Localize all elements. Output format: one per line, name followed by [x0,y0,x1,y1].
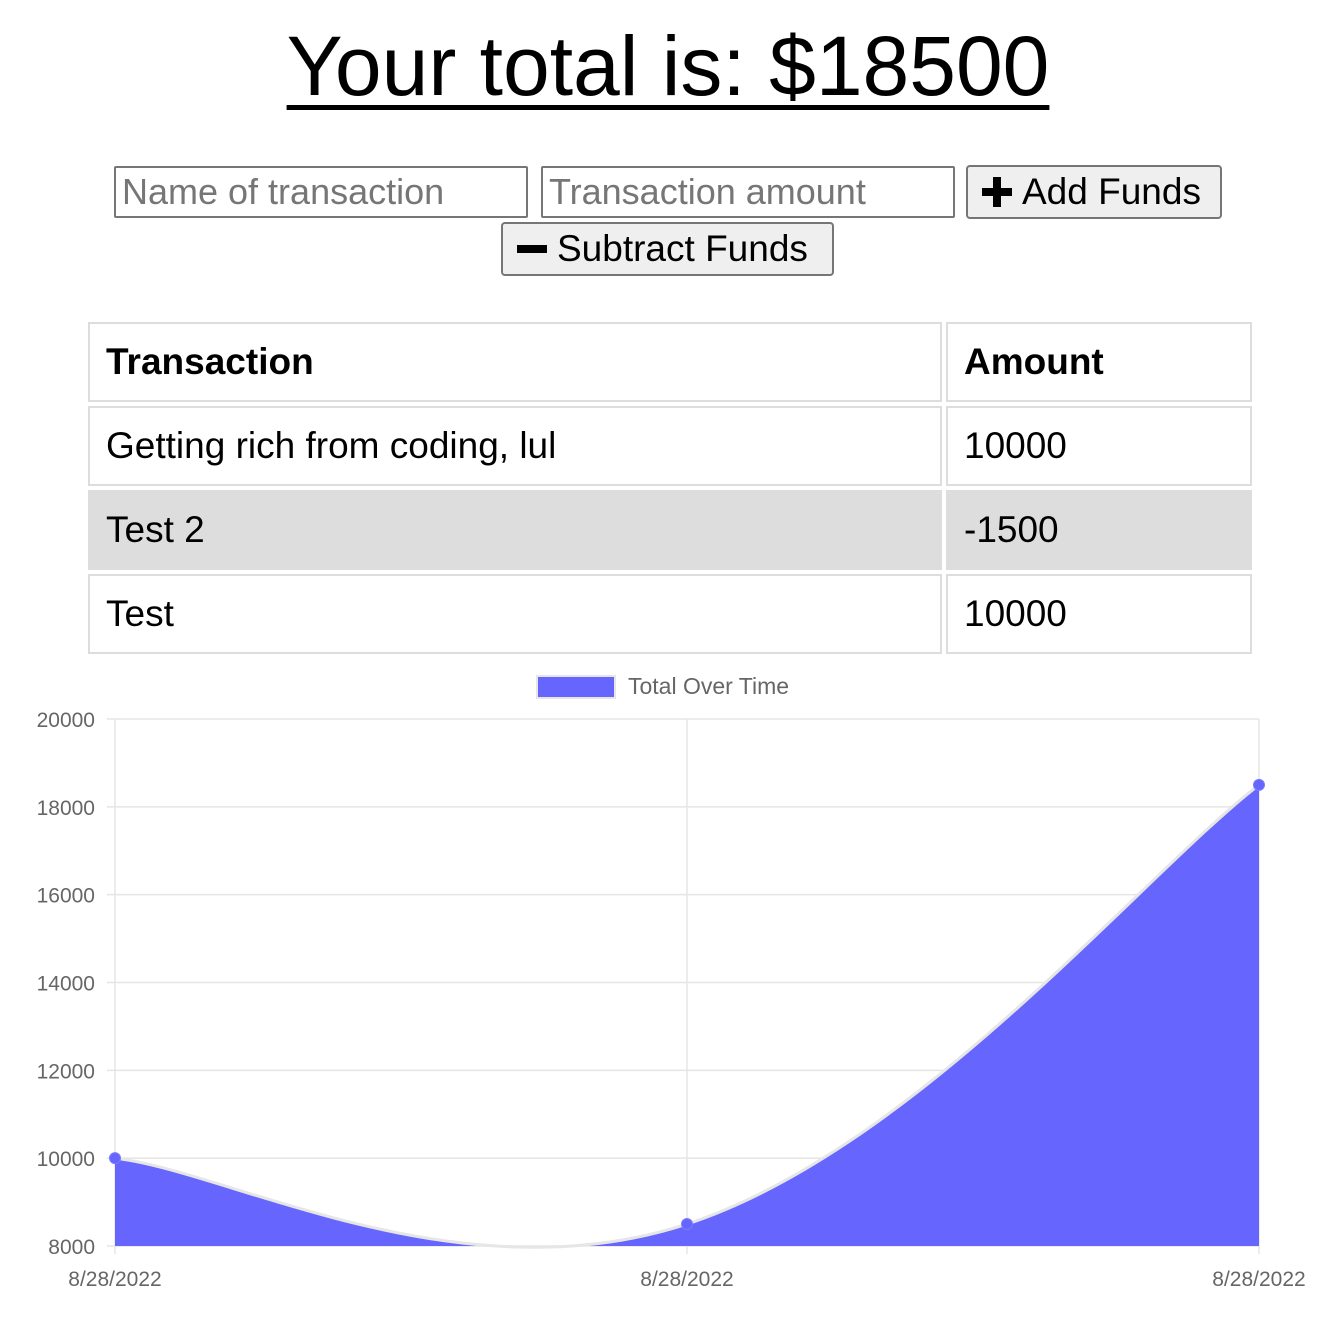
y-tick-label: 20000 [37,709,95,732]
add-funds-label: Add Funds [1022,171,1201,212]
chart-legend[interactable]: Total Over Time [536,673,789,700]
transaction-amount-cell: -1500 [946,490,1252,570]
transaction-name-cell: Getting rich from coding, lul [88,406,942,486]
x-tick-label: 8/28/2022 [1212,1268,1305,1291]
transaction-name-cell: Test 2 [88,490,942,570]
table-header-row: Transaction Amount [88,322,1252,402]
x-tick-label: 8/28/2022 [68,1268,161,1291]
data-point [681,1218,693,1231]
table-row: Test 10000 [88,574,1252,654]
transactions-table: Transaction Amount Getting rich from cod… [84,318,1256,658]
table-row: Test 2 -1500 [88,490,1252,570]
transaction-amount-input[interactable] [541,166,955,218]
y-tick-label: 8000 [48,1236,95,1259]
transaction-name-cell: Test [88,574,942,654]
minus-icon [517,234,547,264]
plus-icon [982,177,1012,207]
add-funds-button[interactable]: Add Funds [966,165,1222,219]
transaction-amount-cell: 10000 [946,574,1252,654]
transaction-amount-cell: 10000 [946,406,1252,486]
y-tick-label: 16000 [37,885,95,908]
subtract-funds-button[interactable]: Subtract Funds [501,222,834,276]
legend-label: Total Over Time [628,673,790,699]
table-row: Getting rich from coding, lul 10000 [88,406,1252,486]
data-point [109,1152,121,1165]
total-over-time-chart: 8000 10000 12000 14000 16000 18000 20000 8/28/2… [37,709,1306,1291]
header-amount: Amount [946,322,1252,402]
total-heading: Your total is: $18500 [0,18,1336,114]
subtract-funds-label: Subtract Funds [557,228,808,269]
y-tick-label: 18000 [37,797,95,820]
x-tick-label: 8/28/2022 [640,1268,733,1291]
total-text: Your total is: $18500 [286,19,1050,113]
y-tick-label: 10000 [37,1148,95,1171]
y-tick-label: 12000 [37,1060,95,1083]
transaction-name-input[interactable] [114,166,528,218]
y-tick-label: 14000 [37,973,95,996]
header-transaction: Transaction [88,322,942,402]
legend-swatch [536,674,616,699]
data-point [1253,778,1265,791]
